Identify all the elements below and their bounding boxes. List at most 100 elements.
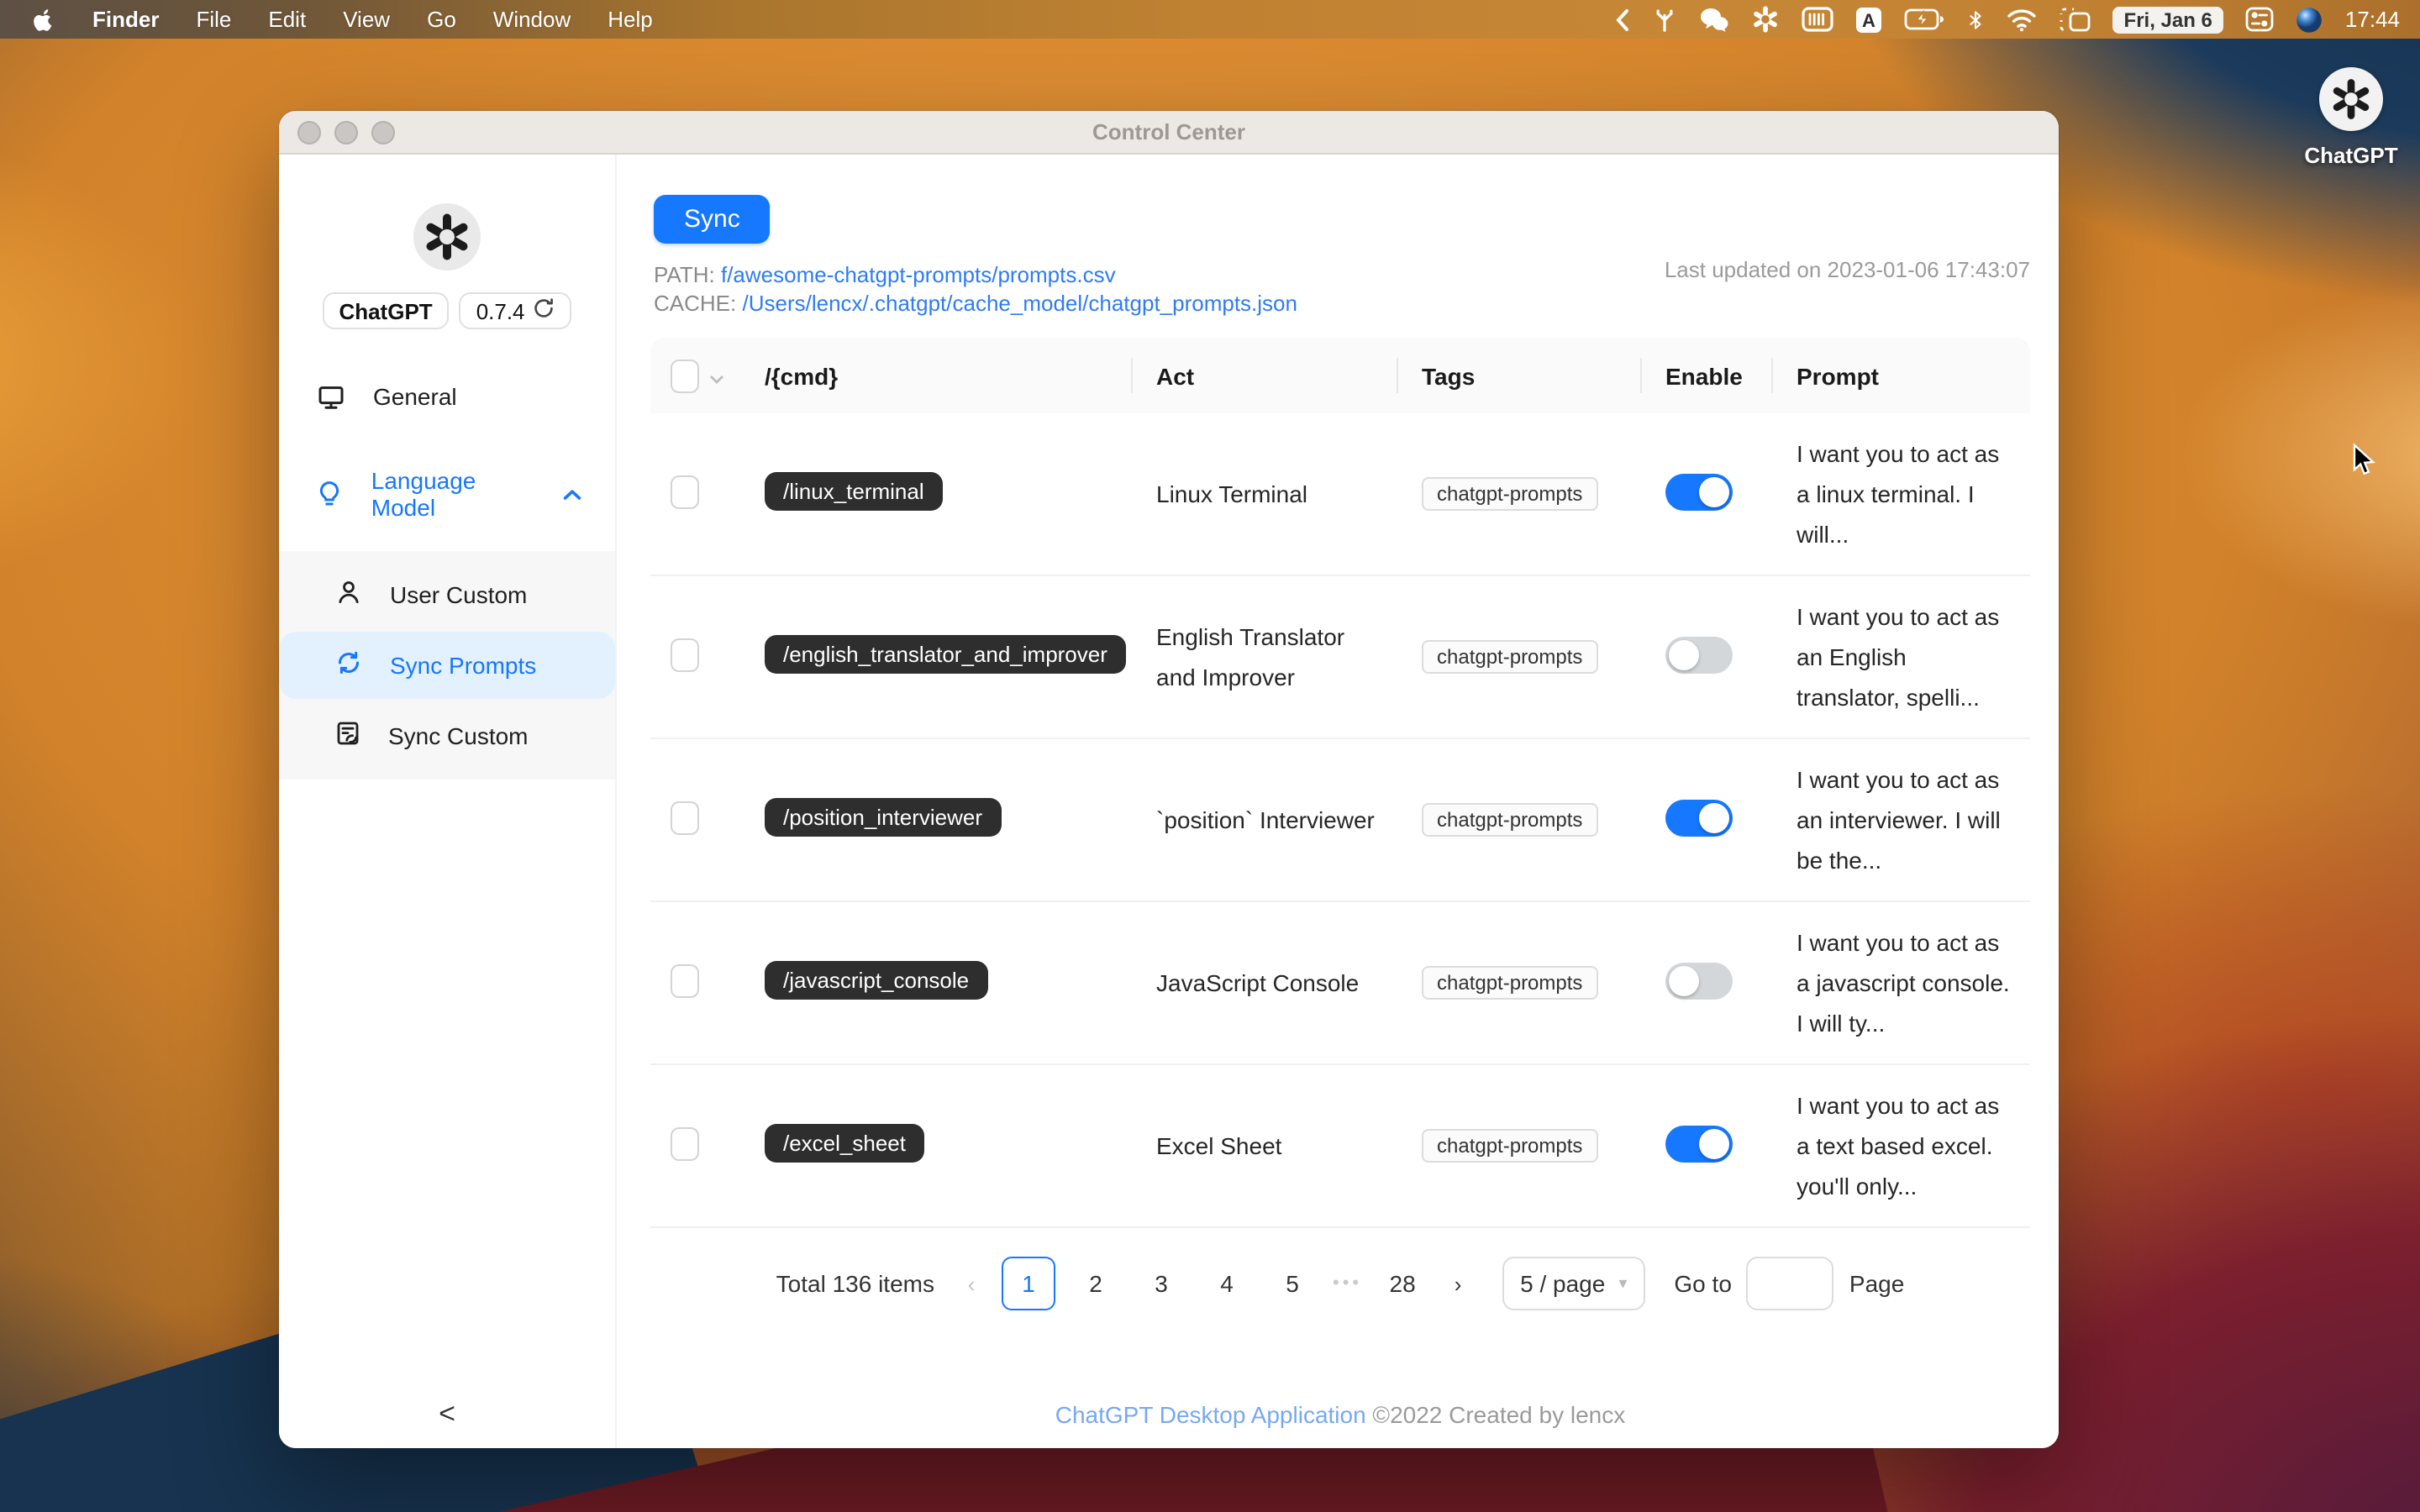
sidebar-item-label: Sync Prompts bbox=[390, 652, 537, 679]
sidebar-openai-logo-icon bbox=[413, 203, 481, 270]
menubar-date[interactable]: Fri, Jan 6 bbox=[2112, 6, 2224, 33]
window-titlebar[interactable]: Control Center bbox=[279, 111, 2059, 155]
page-button-28[interactable]: 28 bbox=[1377, 1258, 1428, 1309]
menu-view[interactable]: View bbox=[343, 7, 390, 32]
desktop-icon-chatgpt[interactable]: ChatGPT bbox=[2291, 67, 2412, 168]
row-checkbox[interactable] bbox=[671, 638, 699, 671]
sidebar-item-label: Sync Custom bbox=[388, 722, 529, 749]
globe-icon[interactable] bbox=[2296, 5, 2323, 34]
cmd-pill: /position_interviewer bbox=[765, 798, 1002, 837]
screen-mirroring-icon[interactable] bbox=[2059, 5, 2091, 34]
version-badge[interactable]: 0.7.4 bbox=[459, 292, 572, 329]
openai-menubar-icon[interactable] bbox=[1751, 5, 1780, 34]
prompt-text: I want you to act as a linux terminal. I… bbox=[1797, 440, 2000, 548]
total-items-text: Total 136 items bbox=[776, 1270, 934, 1297]
collapse-sidebar-button[interactable]: < bbox=[279, 1398, 615, 1431]
sidebar-item-sync-prompts[interactable]: Sync Prompts bbox=[279, 632, 615, 699]
menu-go[interactable]: Go bbox=[427, 7, 456, 32]
act-text: Linux Terminal bbox=[1156, 480, 1308, 507]
desktop-icon-label: ChatGPT bbox=[2304, 143, 2398, 168]
menubar-clock[interactable]: 17:44 bbox=[2345, 7, 2400, 32]
page-button-5[interactable]: 5 bbox=[1267, 1258, 1318, 1309]
cache-label: CACHE: bbox=[654, 291, 737, 316]
tag-chip: chatgpt-prompts bbox=[1422, 966, 1598, 1000]
openai-logo-icon bbox=[2319, 67, 2383, 131]
prompts-table: /{cmd} Act Tags Enable Prompt /linux_ter… bbox=[650, 338, 2030, 1310]
sidebar-item-label: General bbox=[373, 383, 457, 410]
row-checkbox[interactable] bbox=[671, 475, 699, 508]
act-text: `position` Interviewer bbox=[1156, 806, 1375, 833]
control-center-icon[interactable] bbox=[2246, 5, 2275, 34]
svg-text:A: A bbox=[1862, 9, 1876, 30]
sidebar-item-language-model[interactable]: Language Model bbox=[279, 450, 615, 538]
enable-toggle[interactable] bbox=[1665, 473, 1733, 510]
barcode-icon[interactable] bbox=[1801, 5, 1833, 34]
page-button-3[interactable]: 3 bbox=[1136, 1258, 1186, 1309]
row-checkbox[interactable] bbox=[671, 1126, 699, 1160]
menu-file[interactable]: File bbox=[196, 7, 231, 32]
page-size-select[interactable]: 5 / page ▾ bbox=[1502, 1257, 1646, 1310]
chevron-down-icon: ▾ bbox=[1618, 1274, 1628, 1293]
row-checkbox[interactable] bbox=[671, 801, 699, 834]
pagination-ellipsis[interactable]: ••• bbox=[1333, 1273, 1362, 1294]
prompt-text: I want you to act as a javascript consol… bbox=[1797, 929, 2010, 1037]
menu-window[interactable]: Window bbox=[493, 7, 571, 32]
menu-finder[interactable]: Finder bbox=[92, 7, 159, 32]
sidebar-item-general[interactable]: General bbox=[279, 366, 615, 427]
column-header-enable: Enable bbox=[1642, 338, 1773, 413]
sync-button[interactable]: Sync bbox=[654, 195, 771, 244]
enable-toggle[interactable] bbox=[1665, 636, 1733, 673]
sidebar-item-sync-custom[interactable]: Sync Custom bbox=[279, 702, 615, 769]
footer-copyright: ©2022 Created by lencx bbox=[1365, 1401, 1626, 1428]
chevron-down-icon[interactable] bbox=[709, 362, 724, 389]
user-icon bbox=[336, 580, 361, 610]
next-page-button[interactable]: › bbox=[1443, 1271, 1473, 1296]
branch-icon[interactable] bbox=[1652, 5, 1677, 34]
goto-label: Go to bbox=[1674, 1270, 1732, 1297]
language-model-submenu: User Custom Sync Prompts Sync Custom bbox=[279, 551, 615, 780]
battery-icon[interactable] bbox=[1904, 5, 1944, 34]
chevron-up-icon[interactable] bbox=[563, 488, 581, 500]
refresh-icon[interactable] bbox=[534, 297, 555, 324]
act-text: English Translator and Improver bbox=[1156, 623, 1345, 690]
desktop-screen: Finder File Edit View Go Window Help A F… bbox=[0, 0, 2420, 1512]
cmd-pill: /javascript_console bbox=[765, 961, 988, 1000]
input-source-icon[interactable]: A bbox=[1855, 5, 1882, 34]
prompt-text: I want you to act as an interviewer. I w… bbox=[1797, 766, 2001, 874]
tag-chip: chatgpt-prompts bbox=[1422, 803, 1598, 837]
row-checkbox[interactable] bbox=[671, 963, 699, 997]
page-button-1[interactable]: 1 bbox=[1002, 1257, 1055, 1310]
sidebar-item-user-custom[interactable]: User Custom bbox=[279, 561, 615, 628]
menu-edit[interactable]: Edit bbox=[268, 7, 306, 32]
tag-chip: chatgpt-prompts bbox=[1422, 1129, 1598, 1163]
enable-toggle[interactable] bbox=[1665, 962, 1733, 999]
page-label: Page bbox=[1849, 1270, 1905, 1297]
table-row: /javascript_console JavaScript Console c… bbox=[650, 901, 2030, 1065]
column-header-cmd: /{cmd} bbox=[741, 338, 1133, 413]
main-panel: Sync PATH: f/awesome-chatgpt-prompts/pro… bbox=[617, 155, 2059, 1448]
table-row: /english_translator_and_improver English… bbox=[650, 575, 2030, 739]
enable-toggle[interactable] bbox=[1665, 1125, 1733, 1162]
prev-page-button[interactable]: ‹ bbox=[956, 1271, 986, 1296]
sync-icon bbox=[336, 650, 361, 680]
bluetooth-icon[interactable] bbox=[1966, 5, 1985, 34]
act-text: JavaScript Console bbox=[1156, 969, 1360, 996]
path-link[interactable]: f/awesome-chatgpt-prompts/prompts.csv bbox=[721, 262, 1116, 287]
chevron-left-icon[interactable] bbox=[1615, 5, 1630, 34]
table-row: /excel_sheet Excel Sheet chatgpt-prompts… bbox=[650, 1064, 2030, 1228]
select-all-checkbox[interactable] bbox=[671, 359, 699, 392]
goto-page-input[interactable] bbox=[1746, 1257, 1834, 1310]
sidebar: ChatGPT 0.7.4 General Language Model Use… bbox=[279, 155, 617, 1448]
app-footer: ChatGPT Desktop Application ©2022 Create… bbox=[617, 1401, 2059, 1428]
page-button-2[interactable]: 2 bbox=[1071, 1258, 1121, 1309]
wifi-icon[interactable] bbox=[2007, 5, 2037, 34]
page-button-4[interactable]: 4 bbox=[1202, 1258, 1252, 1309]
apple-icon[interactable] bbox=[30, 5, 55, 34]
wechat-icon[interactable] bbox=[1699, 5, 1729, 34]
enable-toggle[interactable] bbox=[1665, 799, 1733, 836]
page-size-value: 5 / page bbox=[1520, 1270, 1606, 1297]
cache-link[interactable]: /Users/lencx/.chatgpt/cache_model/chatgp… bbox=[743, 291, 1297, 316]
prompt-text: I want you to act as an English translat… bbox=[1797, 603, 2000, 711]
footer-link[interactable]: ChatGPT Desktop Application bbox=[1055, 1401, 1366, 1428]
menu-help[interactable]: Help bbox=[608, 7, 653, 32]
